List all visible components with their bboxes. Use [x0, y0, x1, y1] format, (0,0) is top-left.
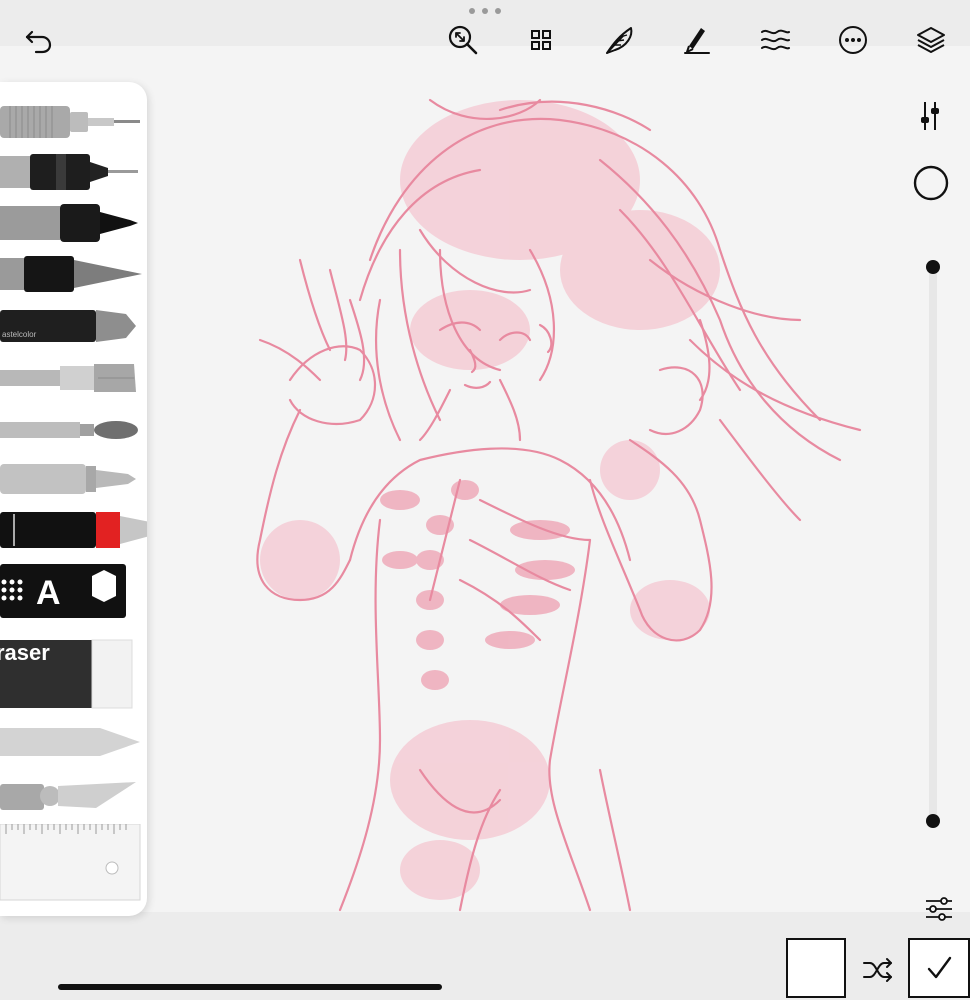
adjustments-icon [926, 897, 952, 921]
fineliner-tool[interactable] [0, 152, 147, 192]
handle-dot [482, 8, 488, 14]
slider-top-knob[interactable] [926, 260, 940, 274]
checkmark-icon [927, 956, 952, 979]
fountain-pen-tool[interactable] [0, 508, 147, 552]
feather-icon [606, 27, 633, 54]
blender-tool[interactable] [0, 720, 147, 764]
pastel-tool[interactable]: astelcolor [0, 304, 147, 348]
eraser-tool[interactable]: raser [0, 638, 147, 710]
flat-brush-tool[interactable] [0, 358, 147, 398]
brush-size-button[interactable] [912, 164, 950, 202]
brush-size-circle-icon [913, 165, 949, 201]
brush-library-button[interactable] [601, 22, 637, 58]
shuffle-icon [863, 958, 892, 982]
undo-button[interactable] [20, 22, 56, 58]
layers-button[interactable] [913, 22, 949, 58]
round-brush-tool[interactable] [0, 410, 147, 450]
handle-dot [495, 8, 501, 14]
knife-tool[interactable] [0, 774, 147, 818]
zoom-button[interactable] [445, 22, 481, 58]
home-indicator[interactable] [58, 984, 442, 990]
brush-settings-button[interactable] [912, 98, 948, 134]
more-icon [839, 26, 867, 54]
technical-pen-tool[interactable] [0, 100, 147, 144]
water-wave-icon [761, 29, 790, 51]
ruler-tool[interactable] [0, 824, 147, 904]
slider-bottom-knob[interactable] [926, 814, 940, 828]
pastel-label: astelcolor [2, 330, 37, 339]
layers-icon [917, 27, 945, 53]
pen-icon [684, 28, 710, 54]
brush-pen-tool[interactable] [0, 252, 147, 296]
tool-tray: astelcolor A raser [0, 82, 147, 916]
fill-text-shape-tool[interactable]: A [0, 564, 147, 620]
sliders-icon [921, 102, 939, 130]
more-button[interactable] [835, 22, 871, 58]
eraser-label: raser [0, 640, 50, 665]
multitask-handle[interactable] [469, 6, 501, 16]
undo-icon [25, 30, 52, 54]
ink-button[interactable] [679, 22, 715, 58]
watercolor-button[interactable] [757, 22, 793, 58]
current-color-swatch[interactable] [786, 938, 846, 998]
adjustments-button[interactable] [922, 894, 956, 924]
gallery-button[interactable] [523, 22, 559, 58]
text-tool-label: A [36, 574, 61, 612]
pencil-tool[interactable] [0, 458, 147, 500]
shuffle-button[interactable] [856, 950, 900, 990]
marker-tool[interactable] [0, 202, 147, 244]
handle-dot [469, 8, 475, 14]
brush-size-slider[interactable] [929, 266, 937, 821]
zoom-icon [448, 25, 478, 55]
grid-icon [531, 30, 551, 50]
confirm-button[interactable] [908, 938, 970, 998]
